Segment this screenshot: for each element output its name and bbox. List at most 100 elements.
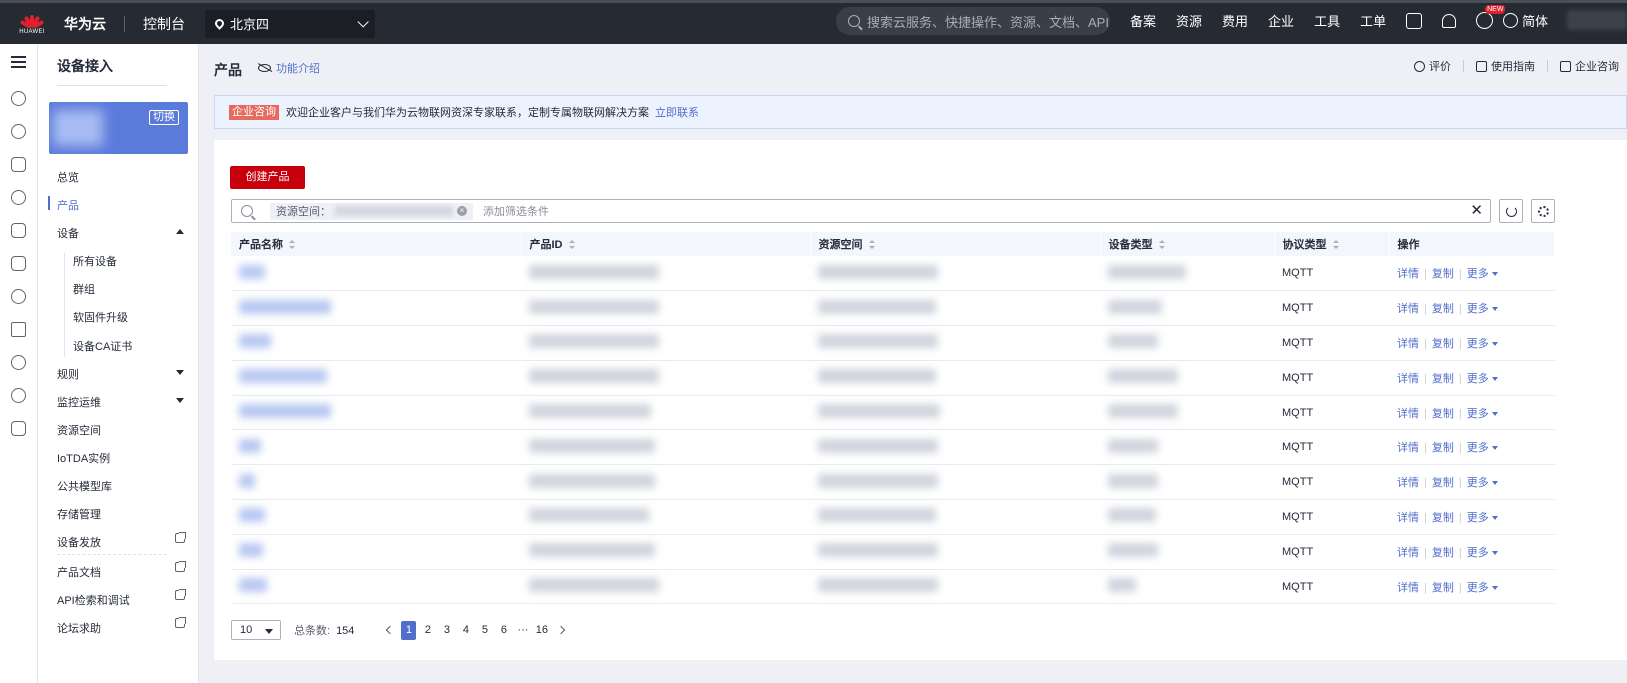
detail-link[interactable]: 详情 bbox=[1397, 582, 1419, 594]
col-resource-space[interactable]: 资源空间 bbox=[810, 232, 1101, 256]
sidebar-item-device-ca[interactable]: 设备CA证书 bbox=[73, 338, 132, 354]
sort-icon[interactable] bbox=[568, 240, 575, 249]
page-size-select[interactable]: 10 bbox=[231, 620, 281, 640]
region-select[interactable]: 北京四 bbox=[205, 9, 375, 38]
product-name-cell[interactable] bbox=[231, 499, 521, 535]
copy-link[interactable]: 复制 bbox=[1432, 582, 1454, 594]
product-name-cell[interactable] bbox=[231, 325, 521, 361]
copy-link[interactable]: 复制 bbox=[1432, 512, 1454, 524]
product-name-cell[interactable] bbox=[231, 395, 521, 431]
sidebar-item-firmware[interactable]: 软固件升级 bbox=[73, 309, 128, 325]
user-account[interactable] bbox=[1567, 10, 1627, 30]
next-page-button[interactable] bbox=[551, 624, 570, 636]
copy-link[interactable]: 复制 bbox=[1432, 303, 1454, 315]
nav-tickets[interactable]: 工单 bbox=[1360, 11, 1386, 30]
detail-link[interactable]: 详情 bbox=[1397, 338, 1419, 350]
prev-page-button[interactable] bbox=[380, 624, 399, 636]
sort-icon[interactable] bbox=[1332, 240, 1339, 249]
detail-link[interactable]: 详情 bbox=[1397, 373, 1419, 385]
product-name-cell[interactable] bbox=[231, 464, 521, 501]
consult-link[interactable]: 企业咨询 bbox=[1560, 58, 1619, 74]
bridge-icon[interactable] bbox=[11, 157, 26, 172]
collapse-icon[interactable] bbox=[176, 229, 184, 234]
globe-icon[interactable] bbox=[1503, 13, 1519, 28]
detail-link[interactable]: 详情 bbox=[1397, 408, 1419, 420]
bell-icon[interactable] bbox=[1442, 13, 1457, 28]
page-number[interactable]: 6 bbox=[494, 624, 513, 636]
sidebar-item-overview[interactable]: 总览 bbox=[57, 169, 79, 185]
sidebar-item-rules[interactable]: 规则 bbox=[57, 366, 79, 382]
rate-link[interactable]: 评价 bbox=[1414, 58, 1451, 74]
copy-link[interactable]: 复制 bbox=[1432, 268, 1454, 280]
expand-icon[interactable] bbox=[176, 398, 184, 403]
detail-link[interactable]: 详情 bbox=[1397, 477, 1419, 489]
product-name-cell[interactable] bbox=[231, 429, 521, 466]
product-name-cell[interactable] bbox=[231, 256, 521, 292]
more-dropdown[interactable]: 更多 bbox=[1467, 512, 1498, 524]
copy-link[interactable]: 复制 bbox=[1432, 373, 1454, 385]
language-switch[interactable]: 简体 bbox=[1522, 11, 1548, 30]
create-product-button[interactable]: 创建产品 bbox=[230, 166, 305, 189]
col-device-type[interactable]: 设备类型 bbox=[1100, 232, 1275, 256]
device-icon[interactable] bbox=[11, 223, 26, 238]
more-dropdown[interactable]: 更多 bbox=[1467, 303, 1498, 315]
guide-link[interactable]: 使用指南 bbox=[1476, 58, 1535, 74]
globe-network-icon[interactable] bbox=[11, 355, 26, 370]
detail-link[interactable]: 详情 bbox=[1397, 547, 1419, 559]
sidebar-item-api[interactable]: API检索和调试 bbox=[57, 592, 130, 608]
contact-now-link[interactable]: 立即联系 bbox=[655, 104, 699, 120]
sort-icon[interactable] bbox=[868, 240, 875, 249]
menu-icon[interactable] bbox=[11, 56, 26, 68]
switch-instance-button[interactable]: 切换 bbox=[149, 110, 179, 125]
product-name-cell[interactable] bbox=[231, 360, 521, 396]
sidebar-item-product[interactable]: 产品 bbox=[57, 197, 79, 213]
more-dropdown[interactable]: 更多 bbox=[1467, 268, 1498, 280]
refresh-button[interactable] bbox=[1499, 199, 1523, 223]
copy-link[interactable]: 复制 bbox=[1432, 338, 1454, 350]
anchor-icon[interactable] bbox=[11, 322, 26, 337]
page-number[interactable]: 1 bbox=[401, 620, 417, 640]
cloud-upload-icon[interactable] bbox=[11, 289, 26, 304]
sidebar-item-forum[interactable]: 论坛求助 bbox=[57, 620, 101, 636]
nav-enterprise[interactable]: 企业 bbox=[1268, 11, 1294, 30]
clear-filter-icon[interactable]: ✕ bbox=[1470, 202, 1483, 220]
page-number[interactable]: 3 bbox=[437, 624, 456, 636]
filter-chip-resource-space[interactable]: 资源空间： × bbox=[270, 202, 473, 220]
copy-link[interactable]: 复制 bbox=[1432, 408, 1454, 420]
copy-link[interactable]: 复制 bbox=[1432, 547, 1454, 559]
copy-link[interactable]: 复制 bbox=[1432, 477, 1454, 489]
nav-billing[interactable]: 费用 bbox=[1222, 11, 1248, 30]
col-product-name[interactable]: 产品名称 bbox=[231, 232, 522, 256]
sidebar-item-group[interactable]: 群组 bbox=[73, 281, 95, 297]
settings-button[interactable] bbox=[1531, 199, 1555, 223]
product-name-cell[interactable] bbox=[231, 569, 521, 605]
more-dropdown[interactable]: 更多 bbox=[1467, 442, 1498, 454]
global-search-input[interactable]: 搜索云服务、快捷操作、资源、文档、API bbox=[836, 7, 1110, 35]
terminal-icon[interactable] bbox=[1406, 12, 1423, 29]
product-name-cell[interactable] bbox=[231, 290, 521, 327]
more-dropdown[interactable]: 更多 bbox=[1467, 582, 1498, 594]
page-number[interactable]: 5 bbox=[475, 624, 494, 636]
col-protocol[interactable]: 协议类型 bbox=[1274, 232, 1390, 256]
page-number[interactable]: 16 bbox=[532, 624, 551, 636]
filter-bar[interactable]: 资源空间： × 添加筛选条件 ✕ bbox=[231, 199, 1491, 223]
cloud-db-icon[interactable] bbox=[11, 190, 26, 205]
more-dropdown[interactable]: 更多 bbox=[1467, 373, 1498, 385]
more-dropdown[interactable]: 更多 bbox=[1467, 477, 1498, 489]
feature-intro-link[interactable]: 功能介绍 bbox=[258, 60, 320, 76]
sidebar-item-resource-space[interactable]: 资源空间 bbox=[57, 422, 101, 438]
cloud-icon[interactable] bbox=[11, 91, 26, 106]
page-number[interactable]: 4 bbox=[456, 624, 475, 636]
sidebar-item-all-devices[interactable]: 所有设备 bbox=[73, 253, 117, 269]
sidebar-item-monitor[interactable]: 监控运维 bbox=[57, 394, 101, 410]
sidebar-item-device[interactable]: 设备 bbox=[57, 225, 79, 241]
detail-link[interactable]: 详情 bbox=[1397, 303, 1419, 315]
more-dropdown[interactable]: 更多 bbox=[1467, 547, 1498, 559]
copy-link[interactable]: 复制 bbox=[1432, 442, 1454, 454]
sidebar-item-provisioning[interactable]: 设备发放 bbox=[57, 534, 101, 550]
detail-link[interactable]: 详情 bbox=[1397, 512, 1419, 524]
page-number[interactable]: 2 bbox=[418, 624, 437, 636]
stamp-icon[interactable] bbox=[11, 388, 26, 403]
detail-link[interactable]: 详情 bbox=[1397, 268, 1419, 280]
sidebar-item-storage[interactable]: 存储管理 bbox=[57, 506, 101, 522]
